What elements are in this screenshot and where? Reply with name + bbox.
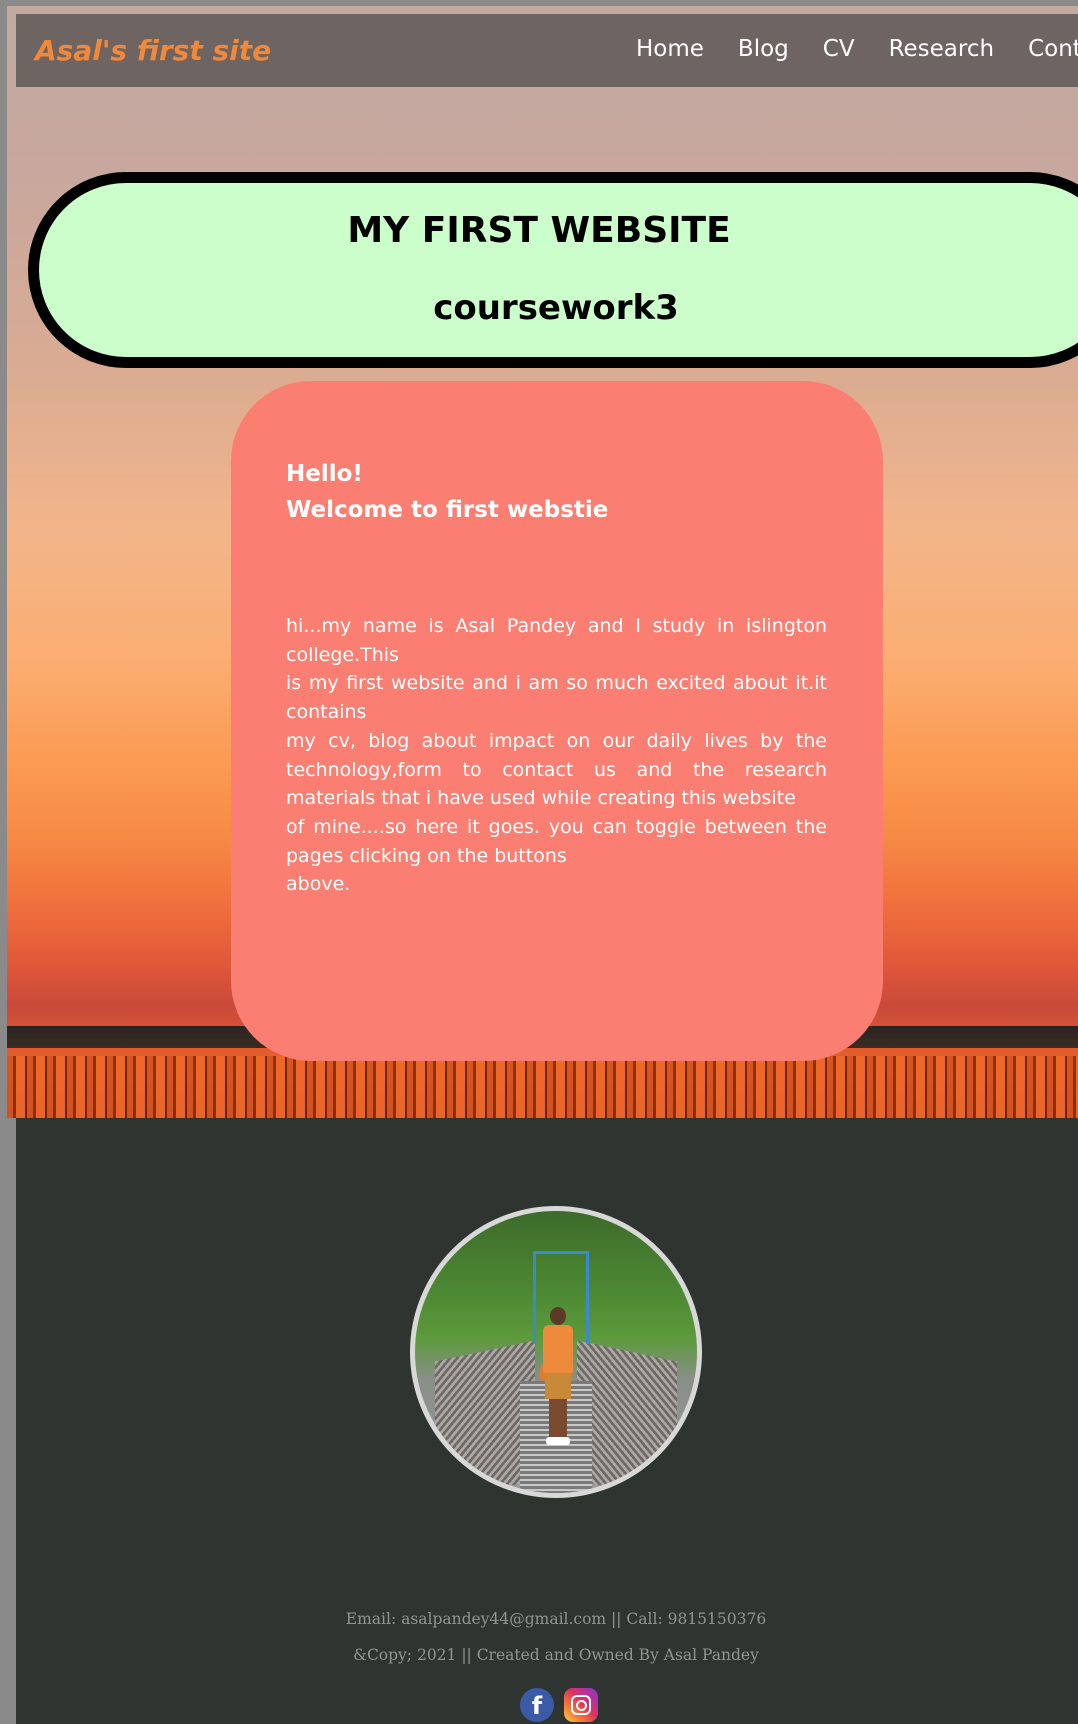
footer-contact: Email: asalpandey44@gmail.com || Call: 9…: [345, 1610, 767, 1628]
intro-heading: Hello! Welcome to first webstie: [286, 456, 608, 528]
page-subtitle: coursework3: [433, 288, 679, 328]
instagram-icon[interactable]: [564, 1688, 598, 1722]
intro-paragraph: hi...my name is Asal Pandey and I study …: [286, 612, 827, 899]
welcome-text: Welcome to first webstie: [286, 497, 609, 523]
bridge-rail-right: [577, 1340, 677, 1493]
social-links: f: [520, 1688, 598, 1722]
footer-copyright: &Copy; 2021 || Created and Owned By Asal…: [353, 1646, 759, 1664]
nav-link-blog[interactable]: Blog: [738, 36, 789, 62]
nav-link-contact[interactable]: Contact: [1028, 36, 1078, 62]
greeting-text: Hello!: [286, 461, 363, 487]
person-figure: [543, 1307, 573, 1457]
page-title: MY FIRST WEBSITE: [347, 210, 731, 251]
intro-line: of mine....so here it goes. you can togg…: [286, 815, 827, 867]
nav-link-cv[interactable]: CV: [823, 36, 855, 62]
profile-photo: [410, 1206, 702, 1498]
intro-line: my cv, blog about impact on our daily li…: [286, 729, 827, 810]
intro-line: above.: [286, 873, 351, 896]
navbar: Asal's first site Home Blog CV Research …: [16, 14, 1078, 87]
water-reflection: [7, 1056, 1078, 1118]
site-brand[interactable]: Asal's first site: [35, 34, 271, 67]
facebook-icon[interactable]: f: [520, 1688, 554, 1722]
intro-line: hi...my name is Asal Pandey and I study …: [286, 615, 827, 666]
intro-line: is my first website and i am so much exc…: [286, 672, 827, 724]
nav-links: Home Blog CV Research Contact: [636, 36, 1078, 62]
nav-link-research[interactable]: Research: [889, 36, 995, 62]
title-banner: [28, 172, 1078, 368]
nav-link-home[interactable]: Home: [636, 36, 704, 62]
